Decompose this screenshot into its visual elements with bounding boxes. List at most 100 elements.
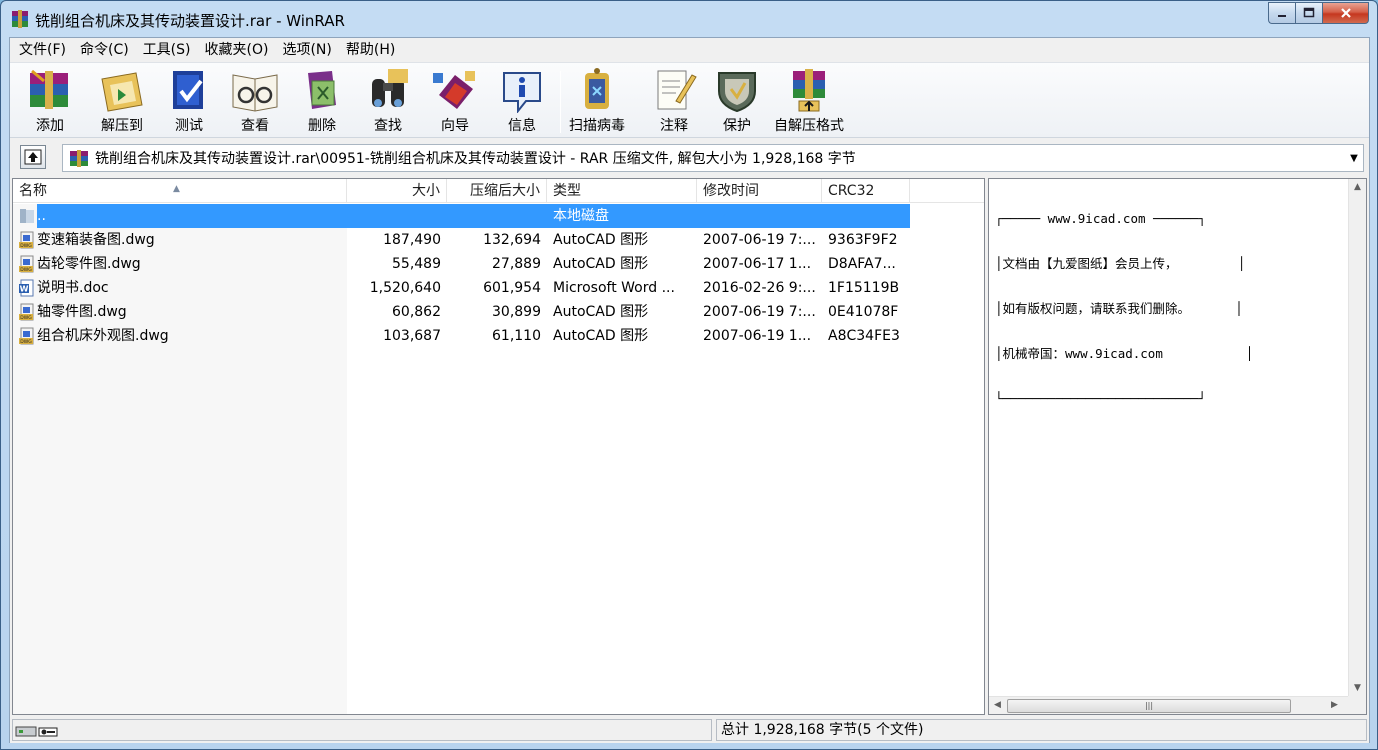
- test-button[interactable]: 测试: [163, 67, 215, 135]
- file-modified: 2007-06-19 1...: [703, 328, 812, 344]
- comment-vertical-scrollbar[interactable]: ▲ ▼: [1348, 179, 1366, 696]
- chevron-down-icon[interactable]: ▼: [1345, 153, 1363, 164]
- menu-tools[interactable]: 工具(S): [136, 38, 198, 62]
- file-name: 组合机床外观图.dwg: [37, 328, 169, 344]
- maximize-button[interactable]: [1295, 2, 1322, 24]
- scroll-left-icon[interactable]: ◀: [994, 700, 1001, 710]
- menu-commands[interactable]: 命令(C): [73, 38, 136, 62]
- file-row[interactable]: DWG 组合机床外观图.dwg 103,687 61,110 AutoCAD 图形 200…: [13, 324, 910, 348]
- comment-panel: ┌───── www.9icad.com ──────┐ │文档由【九爱图纸】会…: [988, 178, 1367, 715]
- status-bar: 总计 1,928,168 字节(5 个文件): [10, 717, 1369, 743]
- minimize-button[interactable]: [1268, 2, 1295, 24]
- column-type-label: 类型: [553, 183, 581, 199]
- file-row[interactable]: .. 本地磁盘: [13, 204, 910, 228]
- svg-text:DWG: DWG: [20, 315, 32, 321]
- file-size: 60,862: [392, 304, 441, 320]
- extract-to-label: 解压到: [101, 118, 143, 134]
- test-label: 测试: [175, 118, 203, 134]
- view-label: 查看: [241, 118, 269, 134]
- find-label: 查找: [374, 118, 402, 134]
- virus-scan-icon: [585, 68, 609, 109]
- file-packed: 132,694: [483, 232, 541, 248]
- wizard-button[interactable]: 向导: [429, 67, 481, 135]
- address-bar: 铣削组合机床及其传动装置设计.rar\00951-铣削组合机床及其传动装置设计 …: [10, 139, 1369, 177]
- close-button[interactable]: [1322, 2, 1369, 24]
- menu-favorites[interactable]: 收藏夹(O): [198, 38, 276, 62]
- file-modified: [703, 204, 820, 228]
- file-size: [347, 204, 441, 228]
- menu-file[interactable]: 文件(F): [12, 38, 73, 62]
- virus-scan-button[interactable]: 扫描病毒: [569, 67, 625, 135]
- file-crc: 9363F9F2: [828, 232, 898, 248]
- toolbar: 添加 解压到 测试 查看 删除 查找 向导 信息 扫描病毒 注释 保护 自解压格…: [10, 62, 1369, 138]
- file-crc: [828, 204, 910, 228]
- sfx-icon: [793, 69, 825, 112]
- comment-line: │机械帝国：www.9icad.com │: [995, 346, 1254, 361]
- scroll-thumb[interactable]: |||: [1007, 699, 1291, 713]
- file-name: 变速箱装备图.dwg: [37, 232, 155, 248]
- column-header-type[interactable]: 类型: [547, 179, 697, 203]
- column-size-label: 大小: [412, 183, 440, 199]
- extract-to-button[interactable]: 解压到: [96, 67, 148, 135]
- column-crc-label: CRC32: [828, 183, 875, 199]
- file-row[interactable]: DWG 齿轮零件图.dwg 55,489 27,889 AutoCAD 图形 2007-0…: [13, 252, 910, 276]
- file-type: Microsoft Word ...: [553, 280, 675, 296]
- add-label: 添加: [36, 118, 64, 134]
- file-size: 1,520,640: [369, 280, 441, 296]
- client-area: 文件(F) 命令(C) 工具(S) 收藏夹(O) 选项(N) 帮助(H) 添加: [9, 37, 1370, 743]
- file-name: 齿轮零件图.dwg: [37, 256, 141, 272]
- info-label: 信息: [508, 118, 536, 134]
- view-button[interactable]: 查看: [229, 67, 281, 135]
- file-type: 本地磁盘: [553, 208, 609, 224]
- test-icon: [173, 71, 203, 109]
- file-type: AutoCAD 图形: [553, 232, 649, 248]
- protect-button[interactable]: 保护: [711, 67, 763, 135]
- column-header-packed[interactable]: 压缩后大小: [447, 179, 547, 203]
- scroll-corner: [1348, 696, 1366, 714]
- find-button[interactable]: 查找: [362, 67, 414, 135]
- status-left-pane: [12, 719, 712, 741]
- delete-button[interactable]: 删除: [296, 67, 348, 135]
- title-bar[interactable]: 铣削组合机床及其传动装置设计.rar - WinRAR: [1, 1, 1377, 37]
- file-modified: 2016-02-26 9:...: [703, 280, 816, 296]
- file-packed: 27,889: [492, 256, 541, 272]
- scroll-up-icon[interactable]: ▲: [1354, 182, 1361, 192]
- archive-comment: ┌───── www.9icad.com ──────┐ │文档由【九爱图纸】会…: [995, 181, 1347, 436]
- comment-button[interactable]: 注释: [648, 67, 700, 135]
- column-header-name[interactable]: ▲ 名称: [13, 179, 347, 203]
- sfx-button[interactable]: 自解压格式: [774, 67, 844, 135]
- file-name: 说明书.doc: [37, 280, 109, 296]
- window-controls: [1268, 2, 1369, 24]
- up-folder-button[interactable]: [20, 145, 46, 169]
- column-header-modified[interactable]: 修改时间: [697, 179, 822, 203]
- dwg-file-icon: DWG: [19, 327, 34, 345]
- drive-key-icon[interactable]: [15, 723, 59, 739]
- file-row[interactable]: DWG 变速箱装备图.dwg 187,490 132,694 AutoCAD 图形 200…: [13, 228, 910, 252]
- menu-options[interactable]: 选项(N): [275, 38, 338, 62]
- close-icon: [1340, 8, 1351, 18]
- column-header-crc[interactable]: CRC32: [822, 179, 910, 203]
- menu-help[interactable]: 帮助(H): [339, 38, 402, 62]
- protect-label: 保护: [723, 118, 751, 134]
- scroll-down-icon[interactable]: ▼: [1354, 683, 1361, 693]
- comment-horizontal-scrollbar[interactable]: ◀ ||| ▶: [989, 696, 1348, 714]
- info-button[interactable]: 信息: [496, 67, 548, 135]
- column-header-size[interactable]: 大小: [347, 179, 447, 203]
- file-row[interactable]: DWG 轴零件图.dwg 60,862 30,899 AutoCAD 图形 2007-06…: [13, 300, 910, 324]
- scroll-right-icon[interactable]: ▶: [1331, 700, 1338, 710]
- file-row[interactable]: W 说明书.doc 1,520,640 601,954 Microsoft Word .…: [13, 276, 910, 300]
- toolbar-separator: [560, 71, 561, 133]
- protect-icon: [718, 72, 756, 113]
- address-field[interactable]: 铣削组合机床及其传动装置设计.rar\00951-铣削组合机床及其传动装置设计 …: [62, 144, 1364, 172]
- dwg-file-icon: DWG: [19, 255, 34, 273]
- column-modified-label: 修改时间: [703, 183, 759, 199]
- add-button[interactable]: 添加: [24, 67, 76, 135]
- file-modified: 2007-06-17 1...: [703, 256, 812, 272]
- file-type: AutoCAD 图形: [553, 256, 649, 272]
- delete-label: 删除: [308, 118, 336, 134]
- file-list: ▲ 名称 大小 压缩后大小 类型 修改时间 CRC32 .. 本地磁盘 DWG 变速箱…: [12, 178, 985, 715]
- sort-ascending-icon: ▲: [173, 184, 180, 194]
- file-size: 187,490: [383, 232, 441, 248]
- file-packed: 601,954: [483, 280, 541, 296]
- sfx-label: 自解压格式: [774, 118, 844, 134]
